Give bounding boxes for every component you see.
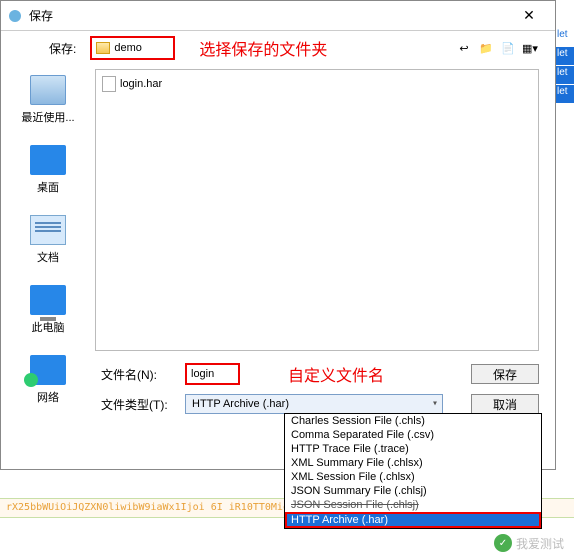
main-area: 最近使用... 桌面 文档 此电脑 网络 login.har [1,65,555,355]
annotation-filename: 自定义文件名 [288,362,384,386]
dropdown-option-selected[interactable]: HTTP Archive (.har) [285,512,541,528]
filetype-label: 文件类型(T): [101,396,185,413]
nav-icon-group: ↩ 📁 📄 ▦▾ [455,40,539,56]
dropdown-option[interactable]: Comma Separated File (.csv) [285,428,541,442]
save-location-row: 保存: demo 选择保存的文件夹 ↩ 📁 📄 ▦▾ [1,31,555,65]
background-tabs: let let let let [556,28,574,104]
sidebar-item-desktop[interactable]: 桌面 [30,145,66,195]
titlebar: 保存 ✕ [1,1,555,31]
pc-icon [30,285,66,315]
file-entry[interactable]: login.har [102,76,532,92]
annotation-folder: 选择保存的文件夹 [199,36,327,60]
back-icon[interactable]: ↩ [455,40,473,56]
filetype-dropdown-list[interactable]: Charles Session File (.chls) Comma Separ… [284,413,542,529]
watermark: ✓ 我爱测试 [494,534,564,552]
view-menu-icon[interactable]: ▦▾ [521,40,539,56]
save-dialog: 保存 ✕ 保存: demo 选择保存的文件夹 ↩ 📁 📄 ▦▾ 最近使用... … [0,0,556,470]
network-icon [30,355,66,385]
dropdown-option[interactable]: XML Summary File (.chlsx) [285,456,541,470]
cancel-button[interactable]: 取消 [471,394,539,414]
documents-icon [30,215,66,245]
sidebar-item-network[interactable]: 网络 [30,355,66,405]
dropdown-option[interactable]: JSON Session File (.chlsj) [285,498,541,512]
desktop-icon [30,145,66,175]
app-icon [7,8,23,24]
places-sidebar: 最近使用... 桌面 文档 此电脑 网络 [1,65,95,355]
save-button[interactable]: 保存 [471,364,539,384]
filetype-dropdown[interactable]: HTTP Archive (.har) [185,394,443,414]
folder-icon [96,42,110,54]
sidebar-item-recent[interactable]: 最近使用... [21,75,74,125]
folder-name: demo [114,42,142,54]
new-folder-icon[interactable]: 📄 [499,40,517,56]
close-button[interactable]: ✕ [509,2,549,30]
sidebar-item-this-pc[interactable]: 此电脑 [30,285,66,335]
dropdown-option[interactable]: HTTP Trace File (.trace) [285,442,541,456]
filename-row: 文件名(N): login 自定义文件名 保存 [101,361,539,387]
save-in-label: 保存: [49,40,76,57]
dropdown-option[interactable]: JSON Summary File (.chlsj) [285,484,541,498]
dialog-title: 保存 [29,7,509,24]
wechat-icon: ✓ [494,534,512,552]
file-icon [102,76,116,92]
filename-label: 文件名(N): [101,366,185,383]
filename-input[interactable]: login [185,363,240,385]
file-list[interactable]: login.har [95,69,539,351]
sidebar-item-documents[interactable]: 文档 [30,215,66,265]
dropdown-option[interactable]: XML Session File (.chlsx) [285,470,541,484]
dropdown-option[interactable]: Charles Session File (.chls) [285,414,541,428]
folder-dropdown[interactable]: demo [90,36,175,60]
up-folder-icon[interactable]: 📁 [477,40,495,56]
recent-icon [30,75,66,105]
